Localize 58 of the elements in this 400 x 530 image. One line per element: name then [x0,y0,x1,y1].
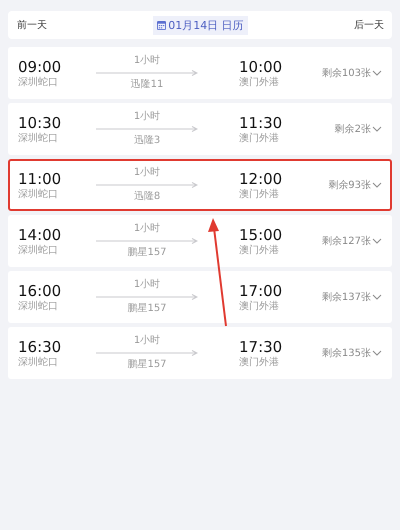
duration-label: 1小时 [134,223,160,235]
departure-time: 10:30 [18,114,62,132]
next-day-link[interactable]: 后一天 [354,18,384,32]
arrival-port: 澳门外港 [239,188,280,200]
chevron-down-icon [372,294,382,300]
trip-card[interactable]: 16:30 深圳蛇口 1小时 鹏星157 17:30 澳门外港 剩余135张 [8,327,392,379]
duration-label: 1小时 [134,55,160,67]
arrival-port: 澳门外港 [239,356,280,368]
departure-port: 深圳蛇口 [18,300,59,312]
trip-card[interactable]: 16:00 深圳蛇口 1小时 鹏星157 17:00 澳门外港 剩余137张 [8,271,392,323]
tickets-remaining: 剩余135张 [322,346,371,360]
trip-card[interactable]: 14:00 深圳蛇口 1小时 鹏星157 15:00 澳门外港 剩余127张 [8,215,392,267]
duration-label: 1小时 [134,167,160,179]
calendar-button[interactable]: 01月14日 日历 [153,16,248,34]
tickets-remaining: 剩余137张 [322,290,371,304]
vessel-name: 鹏星157 [127,303,167,315]
arrival-port: 澳门外港 [239,300,280,312]
arrival-time: 11:30 [239,114,284,132]
departure-time: 11:00 [18,170,62,188]
chevron-down-icon [372,350,382,356]
departure-port: 深圳蛇口 [18,356,59,368]
arrival-time: 17:00 [239,282,284,300]
trip-card[interactable]: 09:00 深圳蛇口 1小时 迅隆11 10:00 澳门外港 剩余103张 [8,47,392,99]
trip-card[interactable]: 10:30 深圳蛇口 1小时 迅隆3 11:30 澳门外港 剩余2张 [8,103,392,155]
tickets-remaining: 剩余103张 [322,66,371,80]
arrival-time: 10:00 [239,58,284,76]
arrival-port: 澳门外港 [239,132,280,144]
duration-label: 1小时 [134,335,160,347]
duration-label: 1小时 [134,111,160,123]
vessel-name: 迅隆3 [134,135,160,147]
arrival-port: 澳门外港 [239,76,280,88]
arrival-time: 12:00 [239,170,284,188]
chevron-down-icon [372,238,382,244]
tickets-remaining: 剩余127张 [322,234,371,248]
arrival-port: 澳门外港 [239,244,280,256]
chevron-down-icon [372,70,382,76]
departure-port: 深圳蛇口 [18,244,59,256]
departure-time: 16:30 [18,338,62,356]
tickets-remaining: 剩余2张 [334,122,371,136]
vessel-name: 迅隆8 [134,191,160,203]
previous-day-link[interactable]: 前一天 [17,18,47,32]
tickets-remaining: 剩余93张 [328,178,371,192]
departure-port: 深圳蛇口 [18,132,59,144]
duration-label: 1小时 [134,279,160,291]
chevron-down-icon [372,182,382,188]
departure-port: 深圳蛇口 [18,188,59,200]
vessel-name: 鹏星157 [127,247,167,259]
departure-time: 09:00 [18,58,62,76]
calendar-icon [157,20,166,30]
vessel-name: 鹏星157 [127,359,167,371]
trip-card[interactable]: 11:00 深圳蛇口 1小时 迅隆8 12:00 澳门外港 剩余93张 [8,159,392,211]
chevron-down-icon [372,126,382,132]
departure-time: 16:00 [18,282,62,300]
departure-port: 深圳蛇口 [18,76,59,88]
vessel-name: 迅隆11 [130,79,164,91]
arrival-time: 15:00 [239,226,284,244]
departure-time: 14:00 [18,226,62,244]
arrival-time: 17:30 [239,338,284,356]
